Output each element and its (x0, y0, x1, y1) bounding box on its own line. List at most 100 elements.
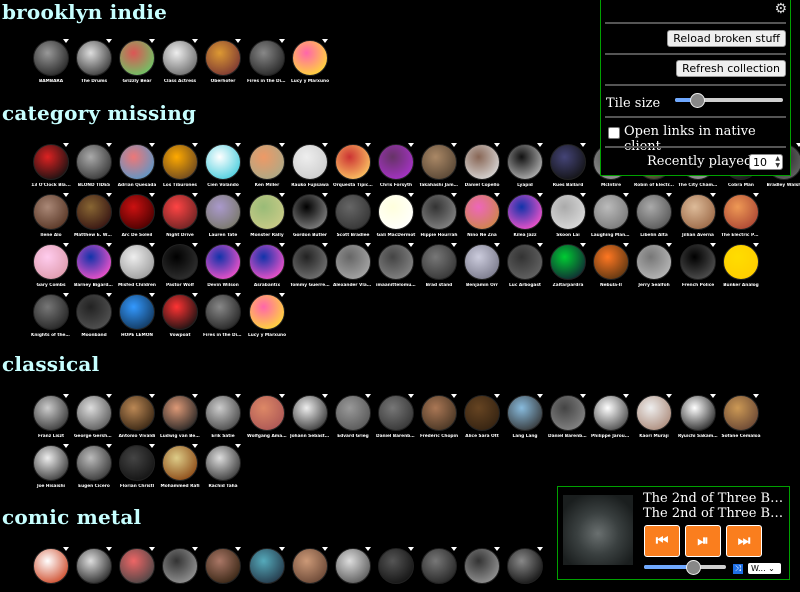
menu-caret-icon[interactable] (106, 547, 112, 551)
menu-caret-icon[interactable] (235, 547, 241, 551)
artist-tile[interactable]: Rauko Fujisawa (291, 143, 329, 188)
artist-avatar[interactable] (205, 444, 241, 481)
artist-tile[interactable]: Bunker Analog (723, 243, 759, 288)
artist-avatar[interactable] (421, 143, 457, 180)
artist-tile[interactable]: Ludwig van Bee... (160, 394, 200, 439)
output-select[interactable]: W... ⌄ (748, 563, 781, 574)
artist-avatar[interactable] (507, 547, 543, 584)
artist-tile[interactable]: Antonio Vivaldi (119, 394, 155, 439)
artist-tile[interactable] (76, 547, 112, 587)
refresh-collection-button[interactable]: Refresh collection (676, 60, 786, 77)
artist-tile[interactable]: Ryuichi Sakam... (678, 394, 718, 439)
artist-tile[interactable]: Arc De Soleil (119, 193, 155, 238)
artist-avatar[interactable] (76, 293, 112, 330)
artist-avatar[interactable] (464, 143, 500, 180)
artist-tile[interactable]: Grizzly Bear (119, 39, 155, 84)
artist-avatar[interactable] (292, 193, 328, 230)
artist-avatar[interactable] (33, 143, 69, 180)
artist-tile[interactable]: Eugen Cicero (76, 444, 112, 489)
artist-tile[interactable]: Luc Arbogast (507, 243, 543, 288)
artist-avatar[interactable] (76, 243, 112, 280)
artist-avatar[interactable] (205, 143, 241, 180)
artist-tile[interactable]: imaanittelomutu... (376, 243, 416, 288)
menu-caret-icon[interactable] (365, 243, 371, 247)
menu-caret-icon[interactable] (580, 394, 586, 398)
menu-caret-icon[interactable] (192, 39, 198, 43)
artist-tile[interactable]: Zaltarpardra (550, 243, 586, 288)
artist-avatar[interactable] (119, 193, 155, 230)
artist-tile[interactable]: Gary Combs (33, 243, 69, 288)
artist-avatar[interactable] (162, 39, 198, 76)
artist-tile[interactable]: The Drums (76, 39, 112, 84)
menu-caret-icon[interactable] (235, 293, 241, 297)
menu-caret-icon[interactable] (580, 243, 586, 247)
menu-caret-icon[interactable] (106, 394, 112, 398)
menu-caret-icon[interactable] (623, 193, 629, 197)
artist-avatar[interactable] (205, 243, 241, 280)
artist-avatar[interactable] (421, 394, 457, 431)
menu-caret-icon[interactable] (753, 193, 759, 197)
artist-avatar[interactable] (378, 394, 414, 431)
menu-caret-icon[interactable] (63, 193, 69, 197)
artist-tile[interactable]: Erik Satie (205, 394, 241, 439)
menu-caret-icon[interactable] (537, 143, 543, 147)
menu-caret-icon[interactable] (710, 394, 716, 398)
artist-tile[interactable]: Fires in the Dis... (203, 293, 243, 338)
artist-avatar[interactable] (292, 547, 328, 584)
menu-caret-icon[interactable] (149, 444, 155, 448)
artist-tile[interactable]: Barney Bigard ... (74, 243, 114, 288)
tile-size-slider-thumb[interactable] (689, 93, 705, 108)
artist-avatar[interactable] (249, 243, 285, 280)
artist-tile[interactable]: Lauren Tate (205, 193, 241, 238)
menu-caret-icon[interactable] (537, 243, 543, 247)
previous-button[interactable]: ⏮ (644, 525, 680, 557)
artist-avatar[interactable] (76, 39, 112, 76)
artist-avatar[interactable] (119, 293, 155, 330)
menu-caret-icon[interactable] (279, 293, 285, 297)
artist-tile[interactable]: Class Actress (162, 39, 198, 84)
artist-tile[interactable]: Kaori Muraji (636, 394, 672, 439)
artist-avatar[interactable] (464, 193, 500, 230)
artist-tile[interactable]: Franz Liszt (33, 394, 69, 439)
artist-tile[interactable]: Lyapid (507, 143, 543, 188)
artist-avatar[interactable] (636, 193, 672, 230)
artist-tile[interactable]: Laughing Mantle (591, 193, 631, 238)
artist-tile[interactable]: 13 O'Clock Bla... (31, 143, 71, 188)
artist-avatar[interactable] (249, 143, 285, 180)
artist-tile[interactable]: Gali MacDermot (377, 193, 415, 238)
artist-avatar[interactable] (205, 39, 241, 76)
artist-tile[interactable]: Edvard Grieg (335, 394, 371, 439)
menu-caret-icon[interactable] (322, 547, 328, 551)
artist-avatar[interactable] (33, 193, 69, 230)
artist-avatar[interactable] (680, 193, 716, 230)
menu-caret-icon[interactable] (279, 243, 285, 247)
artist-tile[interactable]: Joe Hisaishi (33, 444, 69, 489)
artist-avatar[interactable] (249, 293, 285, 330)
artist-avatar[interactable] (593, 193, 629, 230)
artist-tile[interactable]: Gordon Butler (292, 193, 328, 238)
menu-caret-icon[interactable] (408, 547, 414, 551)
artist-avatar[interactable] (76, 547, 112, 584)
native-client-checkbox[interactable] (608, 127, 620, 139)
artist-avatar[interactable] (550, 193, 586, 230)
artist-avatar[interactable] (292, 243, 328, 280)
artist-avatar[interactable] (33, 39, 69, 76)
menu-caret-icon[interactable] (365, 394, 371, 398)
menu-caret-icon[interactable] (710, 243, 716, 247)
artist-avatar[interactable] (593, 394, 629, 431)
artist-avatar[interactable] (119, 39, 155, 76)
menu-caret-icon[interactable] (279, 143, 285, 147)
artist-tile[interactable] (249, 547, 285, 587)
artist-tile[interactable]: Daniel Barenbo... (548, 394, 588, 439)
artist-avatar[interactable] (33, 243, 69, 280)
artist-tile[interactable]: Los Tiburones (162, 143, 198, 188)
menu-caret-icon[interactable] (279, 547, 285, 551)
menu-caret-icon[interactable] (666, 394, 672, 398)
artist-avatar[interactable] (162, 143, 198, 180)
artist-avatar[interactable] (378, 143, 414, 180)
artist-avatar[interactable] (249, 547, 285, 584)
menu-caret-icon[interactable] (537, 193, 543, 197)
artist-tile[interactable]: Benjamin Orr (464, 243, 500, 288)
artist-tile[interactable] (119, 547, 155, 587)
artist-avatar[interactable] (119, 444, 155, 481)
